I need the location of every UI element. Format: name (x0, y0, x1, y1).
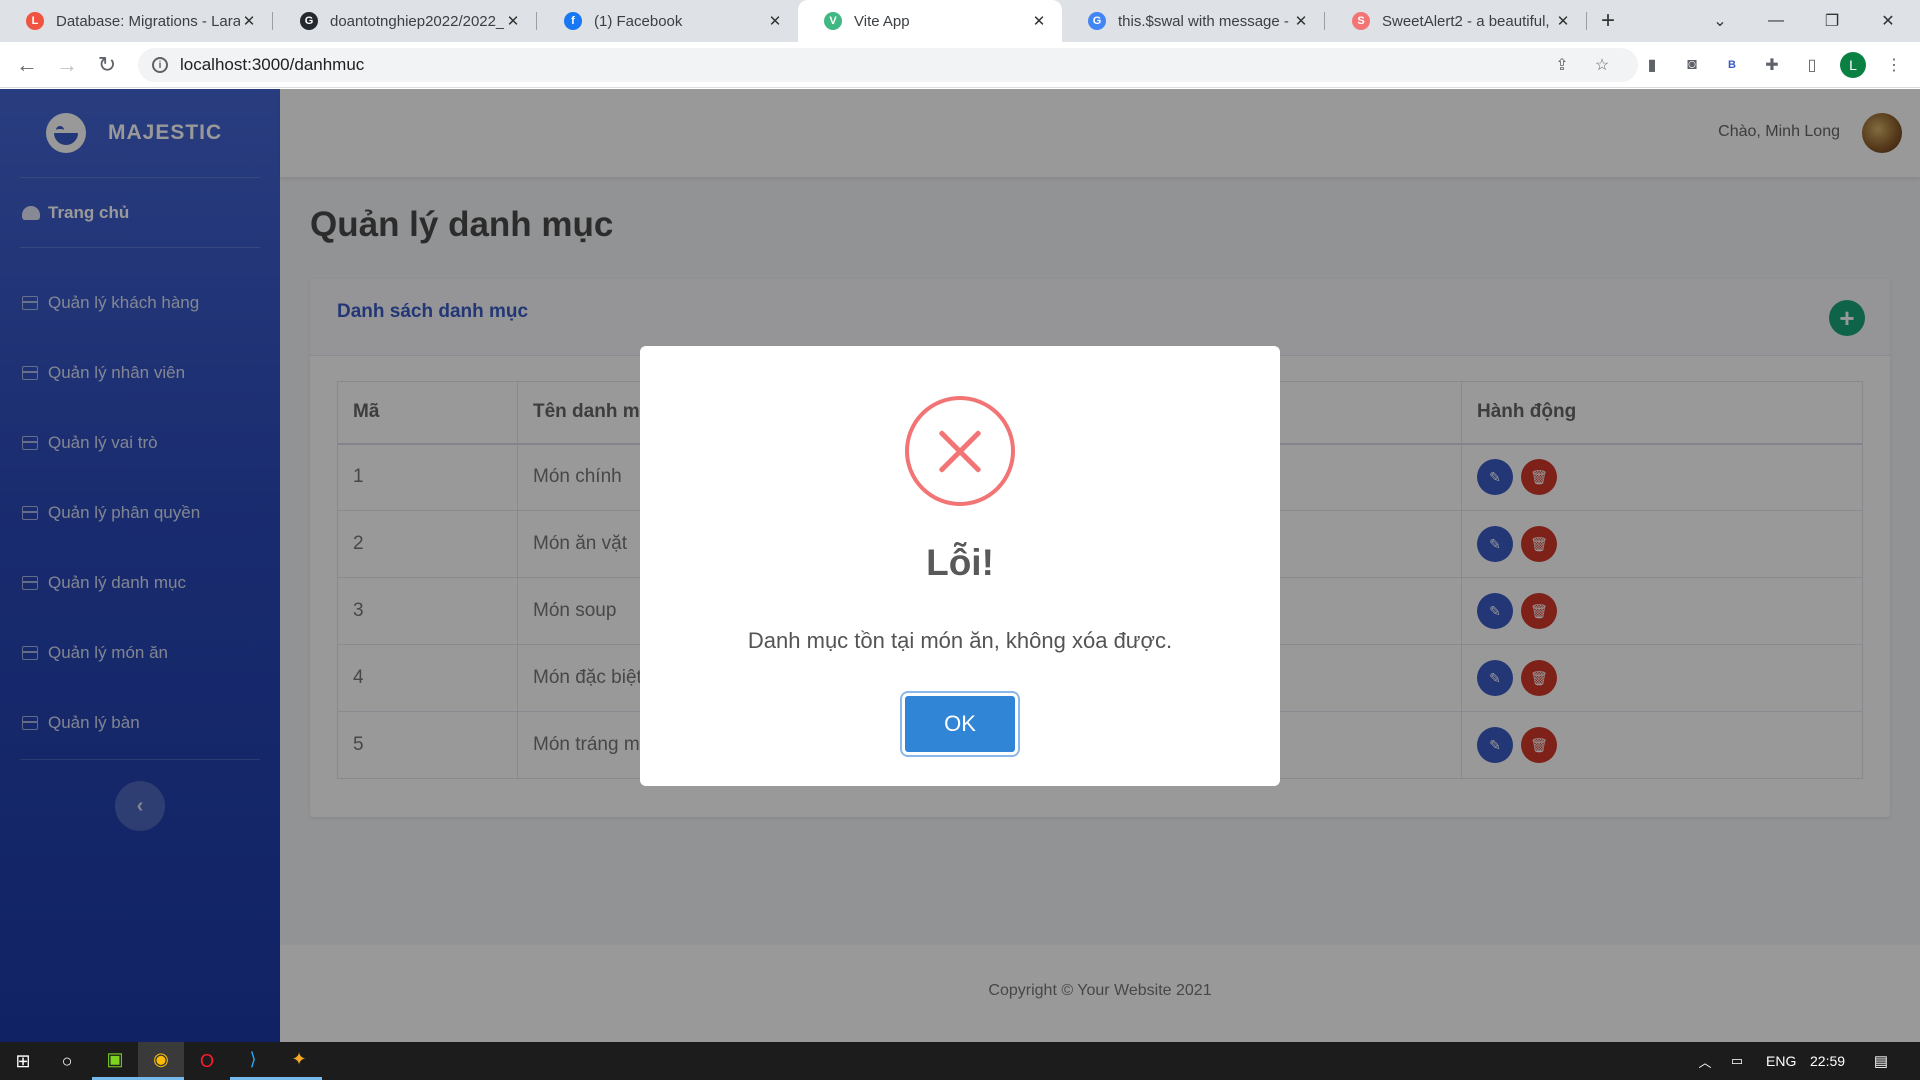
bitwarden-icon[interactable]: B (1720, 53, 1744, 77)
close-tab-icon[interactable]: ✕ (504, 12, 522, 30)
browser-toolbar: ← → ↻ i localhost:3000/danhmuc ⇪ ☆ ▮ ◙ B… (0, 42, 1920, 88)
kebab-menu-icon[interactable]: ⋮ (1882, 53, 1906, 77)
clock[interactable]: 22:59 (1810, 1053, 1845, 1069)
browser-tab-active[interactable]: V Vite App ✕ (798, 0, 1062, 42)
camera-icon[interactable]: ◙ (1680, 53, 1704, 77)
reload-icon[interactable]: ↻ (92, 50, 122, 80)
dialog-message: Danh mục tồn tại món ăn, không xóa được. (747, 628, 1173, 653)
google-icon: G (1088, 12, 1106, 30)
vue-icon: V (824, 12, 842, 30)
browser-tab[interactable]: G doantotnghiep2022/2022_0 ✕ (274, 0, 536, 42)
profile-avatar[interactable]: L (1840, 52, 1866, 78)
url-text: localhost:3000/danhmuc (180, 55, 365, 74)
chrome-icon[interactable]: ◉ (138, 1042, 184, 1080)
back-arrow-icon[interactable]: ← (12, 50, 42, 80)
info-icon[interactable]: i (152, 57, 168, 73)
close-tab-icon[interactable]: ✕ (240, 12, 258, 30)
tab-title: SweetAlert2 - a beautiful, re (1382, 12, 1554, 30)
app-icon[interactable]: ▣ (92, 1042, 138, 1080)
dialog-title: Lỗi! (926, 542, 994, 583)
browser-tab[interactable]: G this.$swal with message - T ✕ (1062, 0, 1324, 42)
tab-title: this.$swal with message - T (1118, 12, 1292, 30)
browser-tab[interactable]: L Database: Migrations - Lara ✕ (0, 0, 272, 42)
facebook-icon: f (564, 12, 582, 30)
language-indicator[interactable]: ENG (1766, 1053, 1796, 1069)
tab-title: Vite App (854, 12, 910, 30)
ok-button[interactable]: OK (902, 693, 1018, 755)
tray-chevron-icon[interactable]: ︿ (1690, 1042, 1720, 1080)
close-tab-icon[interactable]: ✕ (1030, 12, 1048, 30)
share-icon[interactable]: ⇪ (1550, 53, 1574, 77)
chevron-down-icon[interactable]: ⌄ (1692, 0, 1748, 42)
new-tab-button[interactable]: + (1584, 0, 1632, 42)
error-dialog: Lỗi! Danh mục tồn tại món ăn, không xóa … (640, 346, 1280, 786)
star-icon[interactable]: ☆ (1590, 53, 1614, 77)
laravel-icon: L (26, 12, 44, 30)
close-tab-icon[interactable]: ✕ (1554, 12, 1572, 30)
close-tab-icon[interactable]: ✕ (1292, 12, 1310, 30)
sidepanel-icon[interactable]: ▯ (1800, 53, 1824, 77)
address-bar[interactable]: i localhost:3000/danhmuc (138, 48, 1638, 82)
battery-icon[interactable]: ▭ (1722, 1042, 1752, 1080)
puzzle-icon[interactable]: ✚ (1760, 53, 1784, 77)
tab-title: (1) Facebook (594, 12, 683, 30)
browser-tab[interactable]: S SweetAlert2 - a beautiful, re ✕ (1326, 0, 1586, 42)
taskbar: ⊞ ○ ▣ ◉ O ⟩ ✦ ︿ ▭ ENG 22:59 ▤ (0, 1042, 1920, 1080)
app-icon[interactable]: ✦ (276, 1042, 322, 1080)
opera-icon[interactable]: O (184, 1042, 230, 1080)
close-window-button[interactable]: ✕ (1860, 0, 1916, 42)
windows-start-icon[interactable]: ⊞ (0, 1042, 46, 1080)
restore-button[interactable]: ❐ (1804, 0, 1860, 42)
notification-icon[interactable]: ▤ (1858, 1042, 1904, 1080)
browser-tab[interactable]: f (1) Facebook ✕ (538, 0, 798, 42)
extension-icon[interactable]: ▮ (1640, 53, 1664, 77)
github-icon: G (300, 12, 318, 30)
minimize-button[interactable]: — (1748, 0, 1804, 42)
tab-title: doantotnghiep2022/2022_0 (330, 12, 504, 30)
close-tab-icon[interactable]: ✕ (766, 12, 784, 30)
browser-tab-bar: L Database: Migrations - Lara ✕ G doanto… (0, 0, 1920, 42)
search-icon[interactable]: ○ (44, 1042, 90, 1080)
forward-arrow-icon[interactable]: → (52, 50, 82, 80)
vscode-icon[interactable]: ⟩ (230, 1042, 276, 1080)
tab-title: Database: Migrations - Lara (56, 12, 240, 30)
error-x-icon (905, 396, 1015, 506)
sweetalert-icon: S (1352, 12, 1370, 30)
